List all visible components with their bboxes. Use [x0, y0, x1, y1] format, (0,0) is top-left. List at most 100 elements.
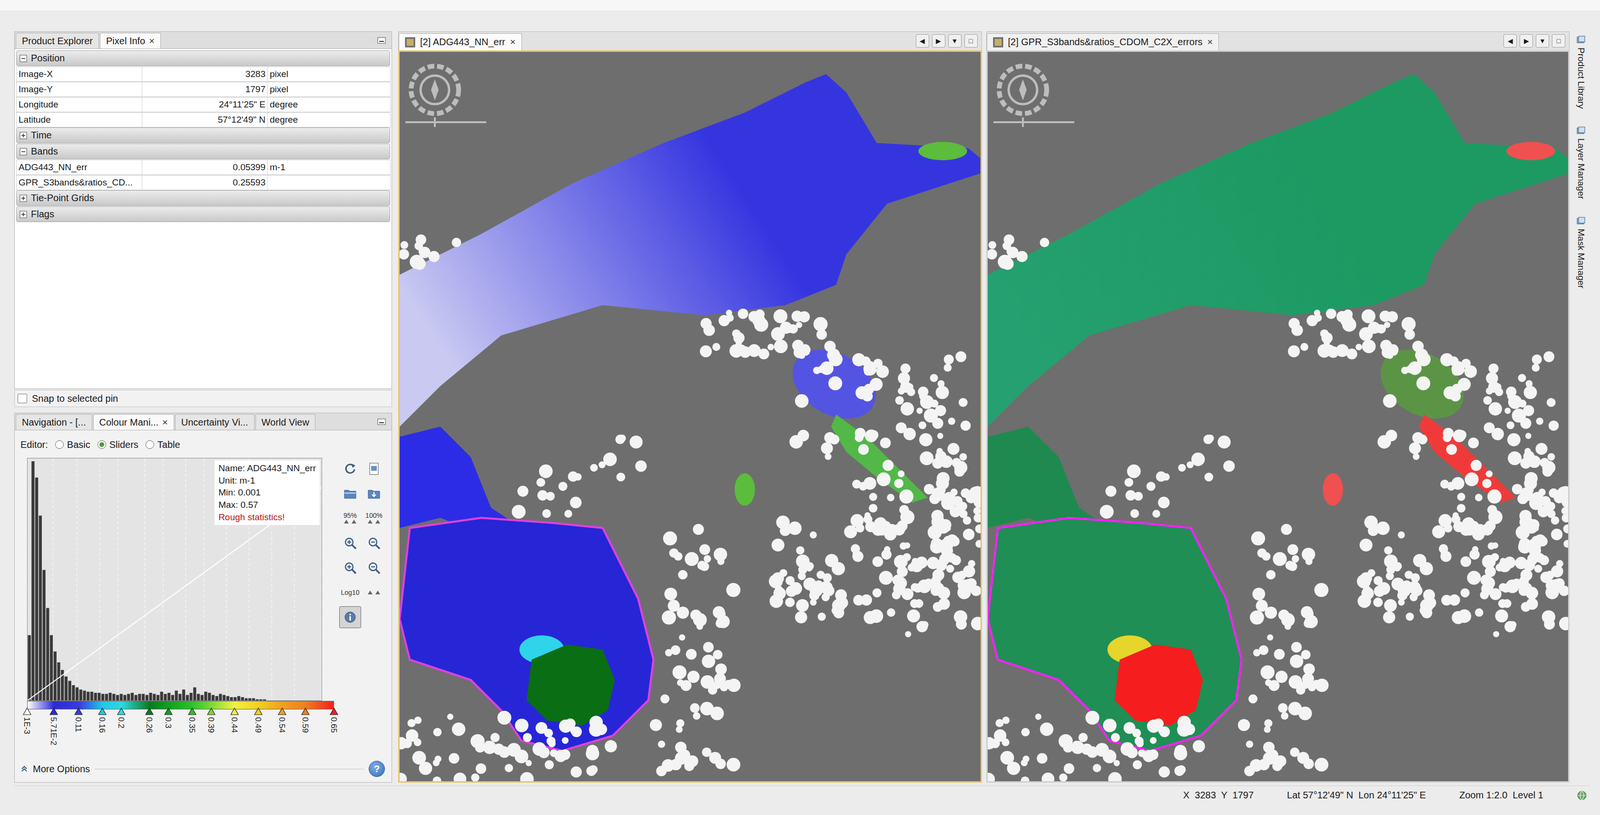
side-tab-strip: Product Library Layer Manager Mask Manager [1571, 31, 1591, 784]
open-button[interactable] [339, 482, 362, 505]
help-button[interactable]: ? [368, 761, 385, 778]
slider-handle[interactable] [22, 707, 32, 716]
collapse-icon[interactable] [19, 54, 28, 63]
side-tab[interactable]: Layer Manager [1575, 126, 1587, 200]
distribute-button[interactable] [363, 581, 385, 604]
snap-checkbox[interactable] [17, 393, 28, 404]
snap-checkbox-row[interactable]: Snap to selected pin [14, 390, 393, 408]
save-button[interactable] [363, 482, 385, 505]
navigation-compass-icon[interactable] [993, 60, 1075, 132]
slider-handle[interactable] [329, 707, 339, 716]
panel-tab[interactable]: Navigation - [... [15, 414, 93, 431]
info-name: ADG443_NN_err [16, 159, 143, 176]
section-header[interactable]: Tie-Point Grids [16, 190, 391, 207]
slider-handle[interactable] [145, 707, 154, 716]
close-button[interactable]: × [1207, 36, 1214, 48]
side-tab[interactable]: Mask Manager [1575, 216, 1587, 289]
zoom-in-button[interactable] [339, 532, 362, 555]
slider-handle[interactable] [206, 707, 216, 716]
section-header[interactable]: Time [16, 127, 391, 144]
colour-manipulation-panel: Navigation - [...Colour Mani...×Uncertai… [14, 412, 393, 784]
slider-handle[interactable] [49, 707, 59, 716]
side-tab-icon [1576, 216, 1586, 226]
info-value: 57°12'49" N [141, 112, 268, 128]
view-tab[interactable]: [2] ADG443_NN_err× [398, 33, 522, 51]
radio-icon[interactable] [97, 440, 107, 450]
minimize-button[interactable] [375, 34, 388, 47]
zoom-out-button[interactable] [363, 557, 385, 580]
map-area[interactable] [986, 50, 1571, 784]
percent-button[interactable]: 95% [339, 507, 362, 530]
view-control-button[interactable]: ◀ [915, 34, 930, 48]
slider-handle[interactable] [230, 707, 239, 716]
colour-slider-strip: 1E-35.71E-20.110.160.20.260.30.350.390.4… [27, 701, 334, 755]
view-control-button[interactable]: □ [1551, 34, 1566, 48]
expand-icon[interactable] [19, 194, 28, 203]
slider-handle[interactable] [277, 707, 287, 716]
panel-tab-bar: Product ExplorerPixel Info× [14, 31, 392, 50]
image-view-icon [992, 37, 1004, 48]
info-button[interactable] [339, 606, 362, 629]
band-image[interactable] [399, 51, 981, 782]
minimize-button[interactable] [375, 415, 388, 429]
slider-handle[interactable] [117, 707, 126, 716]
panel-tab[interactable]: Pixel Info× [99, 32, 161, 49]
slider-handle[interactable] [98, 707, 107, 716]
radio-icon[interactable] [145, 440, 155, 450]
collapse-icon[interactable] [19, 147, 28, 156]
view-control-button[interactable]: ▼ [1535, 34, 1550, 48]
view-control-button[interactable]: ▼ [948, 34, 962, 48]
more-options-row[interactable]: More Options? [20, 759, 385, 779]
close-button[interactable]: × [510, 36, 516, 48]
navigation-compass-icon[interactable] [405, 60, 487, 132]
section-header[interactable]: Position [16, 50, 391, 67]
editor-radio[interactable]: Table [145, 439, 181, 451]
zoom-in-icon [343, 536, 358, 551]
small-lake [1322, 473, 1344, 506]
import-button[interactable] [363, 458, 385, 481]
radio-icon[interactable] [54, 440, 65, 450]
info-unit: degree [267, 97, 391, 113]
reset-button[interactable] [339, 458, 362, 481]
slider-handle[interactable] [187, 707, 197, 716]
editor-radio[interactable]: Basic [54, 439, 91, 451]
panel-tab[interactable]: Colour Mani...× [93, 414, 175, 431]
slider-label: 1E-3 [22, 717, 31, 735]
slider-handle[interactable] [301, 707, 310, 716]
expand-icon[interactable] [19, 131, 28, 140]
view-control-button[interactable]: ◀ [1503, 34, 1517, 48]
close-button[interactable]: × [148, 35, 155, 47]
globe-icon[interactable] [1576, 790, 1588, 802]
view-control-button[interactable]: ▶ [932, 34, 946, 48]
side-tab[interactable]: Product Library [1575, 35, 1587, 109]
percent-button[interactable]: 100% [363, 507, 385, 530]
slider-handle[interactable] [164, 707, 173, 716]
slider-handle[interactable] [254, 707, 263, 716]
zoom-in-button[interactable] [339, 557, 362, 580]
band-image[interactable] [987, 51, 1569, 782]
close-button[interactable]: × [162, 417, 168, 429]
zoom-out-button[interactable] [363, 532, 385, 555]
view-tab[interactable]: [2] GPR_S3bands&ratios_CDOM_C2X_errors× [986, 33, 1220, 51]
panel-tab[interactable]: World View [255, 414, 316, 431]
log-button[interactable]: Log10 [339, 581, 362, 604]
expand-icon[interactable] [19, 210, 28, 219]
panel-tab[interactable]: Uncertainty Vi... [175, 414, 255, 431]
section-header[interactable]: Bands [16, 143, 391, 160]
panel-tab-bar: Navigation - [...Colour Mani...×Uncertai… [14, 413, 392, 431]
zoom-in-icon [343, 560, 358, 576]
panel-tab[interactable]: Product Explorer [15, 32, 99, 49]
info-unit [267, 175, 391, 191]
histogram[interactable]: Name: ADG443_NN_errUnit: m-1Min: 0.001Ma… [27, 458, 323, 702]
view-control-button[interactable]: ▶ [1519, 34, 1533, 48]
colour-gradient-bar [27, 701, 334, 710]
info-name: GPR_S3bands&ratios_CD... [16, 175, 143, 191]
map-area[interactable] [398, 50, 982, 784]
pixel-info-panel: Product ExplorerPixel Info×PositionImage… [14, 31, 393, 390]
view-control-button[interactable]: □ [964, 34, 978, 48]
bay-area [987, 518, 1242, 752]
section-header[interactable]: Flags [16, 206, 391, 223]
editor-radio[interactable]: Sliders [97, 439, 139, 451]
slider-handle[interactable] [74, 707, 83, 716]
slider-label: 0.65 [329, 717, 338, 734]
